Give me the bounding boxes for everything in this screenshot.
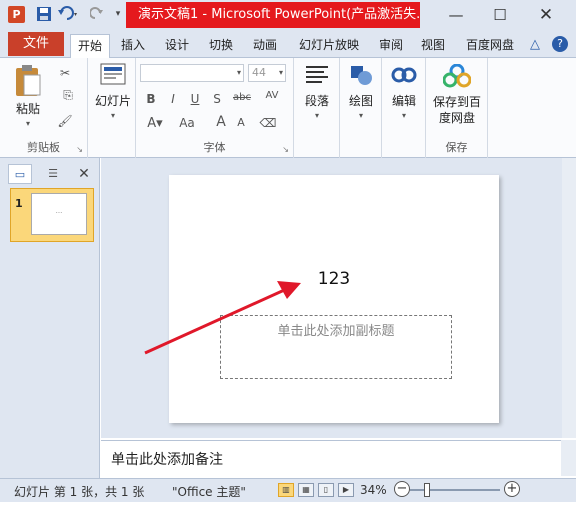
tab-view[interactable]: 视图 bbox=[416, 34, 450, 58]
window-title: 演示文稿1 - Microsoft PowerPoint(产品激活失... bbox=[126, 2, 420, 28]
drawing-group: 绘图 ▾ bbox=[340, 58, 382, 158]
font-group-label: 字体 bbox=[203, 141, 226, 154]
clear-formatting-icon[interactable]: ⌫ bbox=[258, 116, 278, 130]
close-pane-icon[interactable]: ✕ bbox=[76, 164, 92, 184]
paragraph-button[interactable]: 段落 ▾ bbox=[298, 62, 336, 120]
drawing-button[interactable]: 绘图 ▾ bbox=[342, 62, 380, 120]
new-slide-dropdown-icon[interactable]: ▾ bbox=[92, 111, 134, 120]
paste-button[interactable]: 粘贴 ▾ bbox=[8, 62, 48, 128]
normal-view-icon[interactable]: ▥ bbox=[278, 483, 294, 497]
chevron-down-icon: ▾ bbox=[278, 68, 283, 77]
notes-pane[interactable]: 单击此处添加备注 bbox=[101, 440, 561, 476]
paste-label: 粘贴 bbox=[15, 102, 40, 116]
font-launcher-icon[interactable]: ↘ bbox=[282, 145, 289, 154]
change-case-button[interactable]: Aa bbox=[174, 116, 200, 130]
slide-thumbnail: ... bbox=[31, 193, 87, 235]
theme-name: "Office 主题" bbox=[172, 485, 246, 499]
font-color-button[interactable]: A▾ bbox=[144, 116, 166, 131]
slide-number: 1 bbox=[15, 197, 23, 210]
paragraph-label: 段落 bbox=[304, 94, 329, 108]
outline-tab-icon[interactable]: ☰ bbox=[40, 164, 66, 184]
clipboard-group: 粘贴 ▾ ✂ ⎘ 🖌 剪贴板 ↘ bbox=[0, 58, 88, 158]
cut-icon[interactable]: ✂ bbox=[56, 66, 74, 80]
new-slide-button[interactable]: 幻灯片 ▾ bbox=[92, 62, 134, 120]
font-size-value: 44 bbox=[252, 66, 266, 79]
notes-scrollbar[interactable] bbox=[561, 440, 576, 476]
paste-dropdown-icon[interactable]: ▾ bbox=[8, 119, 48, 128]
drawing-label: 绘图 bbox=[348, 94, 373, 108]
ribbon-tabs: 文件 开始 插入 设计 切换 动画 幻灯片放映 审阅 视图 百度网盘 △ ? bbox=[0, 30, 576, 58]
bottom-strip bbox=[0, 502, 576, 509]
format-painter-icon[interactable]: 🖌 bbox=[56, 114, 74, 128]
minimize-button[interactable]: — bbox=[438, 3, 474, 27]
save-group-label: 保存 bbox=[445, 141, 468, 154]
save-to-baidu-label: 保存到百度网盘 bbox=[432, 95, 481, 125]
tab-transitions[interactable]: 切换 bbox=[204, 34, 238, 58]
customize-qat-icon[interactable]: ▾ bbox=[112, 9, 124, 26]
grow-font-button[interactable]: A bbox=[214, 114, 228, 130]
editing-group: 编辑 ▾ bbox=[382, 58, 426, 158]
tab-file[interactable]: 文件 bbox=[8, 32, 64, 56]
new-slide-label: 幻灯片 bbox=[94, 94, 131, 108]
shrink-font-button[interactable]: A bbox=[234, 116, 248, 129]
tab-design[interactable]: 设计 bbox=[160, 34, 194, 58]
title-bar: P ▾ 演示文稿1 - Microsoft PowerPoint(产品激活失..… bbox=[0, 0, 576, 30]
strikethrough-button[interactable]: abc bbox=[230, 92, 254, 103]
drawing-dropdown-icon[interactable]: ▾ bbox=[342, 111, 380, 120]
editing-button[interactable]: 编辑 ▾ bbox=[384, 62, 424, 120]
collapse-ribbon-icon[interactable]: △ bbox=[530, 37, 540, 52]
slideshow-view-icon[interactable]: ▶ bbox=[338, 483, 354, 497]
zoom-slider-handle[interactable] bbox=[424, 483, 430, 497]
tab-slideshow[interactable]: 幻灯片放映 bbox=[294, 34, 364, 58]
slides-tab-icon[interactable]: ▭ bbox=[8, 164, 32, 184]
vertical-scrollbar[interactable] bbox=[562, 158, 576, 438]
annotation-arrow bbox=[144, 281, 301, 355]
zoom-out-button[interactable]: − bbox=[394, 481, 410, 497]
close-button[interactable]: ✕ bbox=[528, 3, 564, 27]
font-group: ▾ 44 ▾ B I U S abc AV A▾ Aa A A ⌫ 字体 ↘ bbox=[136, 58, 294, 158]
slide-info: 幻灯片 第 1 张，共 1 张 bbox=[14, 485, 145, 499]
shadow-button[interactable]: S bbox=[210, 92, 224, 106]
slides-pane: ▭ ☰ ✕ 1 ... bbox=[0, 158, 100, 478]
powerpoint-logo-icon[interactable]: P bbox=[8, 6, 25, 23]
paragraph-dropdown-icon[interactable]: ▾ bbox=[298, 111, 336, 120]
font-name-select[interactable]: ▾ bbox=[140, 64, 244, 82]
slide-sorter-icon[interactable]: ▦ bbox=[298, 483, 314, 497]
italic-button[interactable]: I bbox=[166, 92, 180, 106]
ribbon: 粘贴 ▾ ✂ ⎘ 🖌 剪贴板 ↘ 幻灯片 ▾ ▾ 44 ▾ B I U S ab… bbox=[0, 58, 576, 158]
slide-thumbnail-selected[interactable]: 1 ... bbox=[10, 188, 94, 242]
underline-button[interactable]: U bbox=[188, 92, 202, 106]
clipboard-launcher-icon[interactable]: ↘ bbox=[76, 145, 83, 154]
save-group: 保存到百度网盘 保存 bbox=[426, 58, 488, 158]
help-icon[interactable]: ? bbox=[552, 36, 568, 52]
status-bar: 幻灯片 第 1 张，共 1 张 "Office 主题" ▥ ▦ ▯ ▶ 34% … bbox=[0, 478, 576, 502]
bold-button[interactable]: B bbox=[144, 92, 158, 106]
font-size-select[interactable]: 44 ▾ bbox=[248, 64, 286, 82]
tab-home[interactable]: 开始 bbox=[70, 34, 110, 58]
save-icon[interactable] bbox=[36, 6, 52, 23]
redo-icon[interactable] bbox=[89, 6, 104, 23]
reading-view-icon[interactable]: ▯ bbox=[318, 483, 334, 497]
slides-group: 幻灯片 ▾ bbox=[88, 58, 136, 158]
chevron-down-icon: ▾ bbox=[236, 68, 241, 77]
paragraph-group: 段落 ▾ bbox=[294, 58, 340, 158]
maximize-button[interactable]: ☐ bbox=[482, 3, 518, 27]
copy-icon[interactable]: ⎘ bbox=[56, 88, 80, 103]
powerpoint-window: P ▾ 演示文稿1 - Microsoft PowerPoint(产品激活失..… bbox=[0, 0, 576, 509]
editing-label: 编辑 bbox=[391, 94, 416, 108]
undo-icon[interactable] bbox=[58, 6, 80, 23]
tab-insert[interactable]: 插入 bbox=[116, 34, 150, 58]
clipboard-group-label: 剪贴板 bbox=[27, 141, 60, 154]
tab-baidu-netdisk[interactable]: 百度网盘 bbox=[460, 34, 520, 58]
zoom-in-button[interactable]: + bbox=[504, 481, 520, 497]
zoom-level[interactable]: 34% bbox=[360, 483, 387, 497]
tab-animations[interactable]: 动画 bbox=[248, 34, 282, 58]
tab-review[interactable]: 审阅 bbox=[374, 34, 408, 58]
slide-editor: 123 单击此处添加副标题 bbox=[101, 158, 576, 438]
character-spacing-button[interactable]: AV bbox=[260, 90, 284, 101]
notes-placeholder[interactable]: 单击此处添加备注 bbox=[111, 449, 223, 469]
save-to-baidu-button[interactable]: 保存到百度网盘 bbox=[428, 64, 486, 126]
editing-dropdown-icon[interactable]: ▾ bbox=[384, 111, 424, 120]
